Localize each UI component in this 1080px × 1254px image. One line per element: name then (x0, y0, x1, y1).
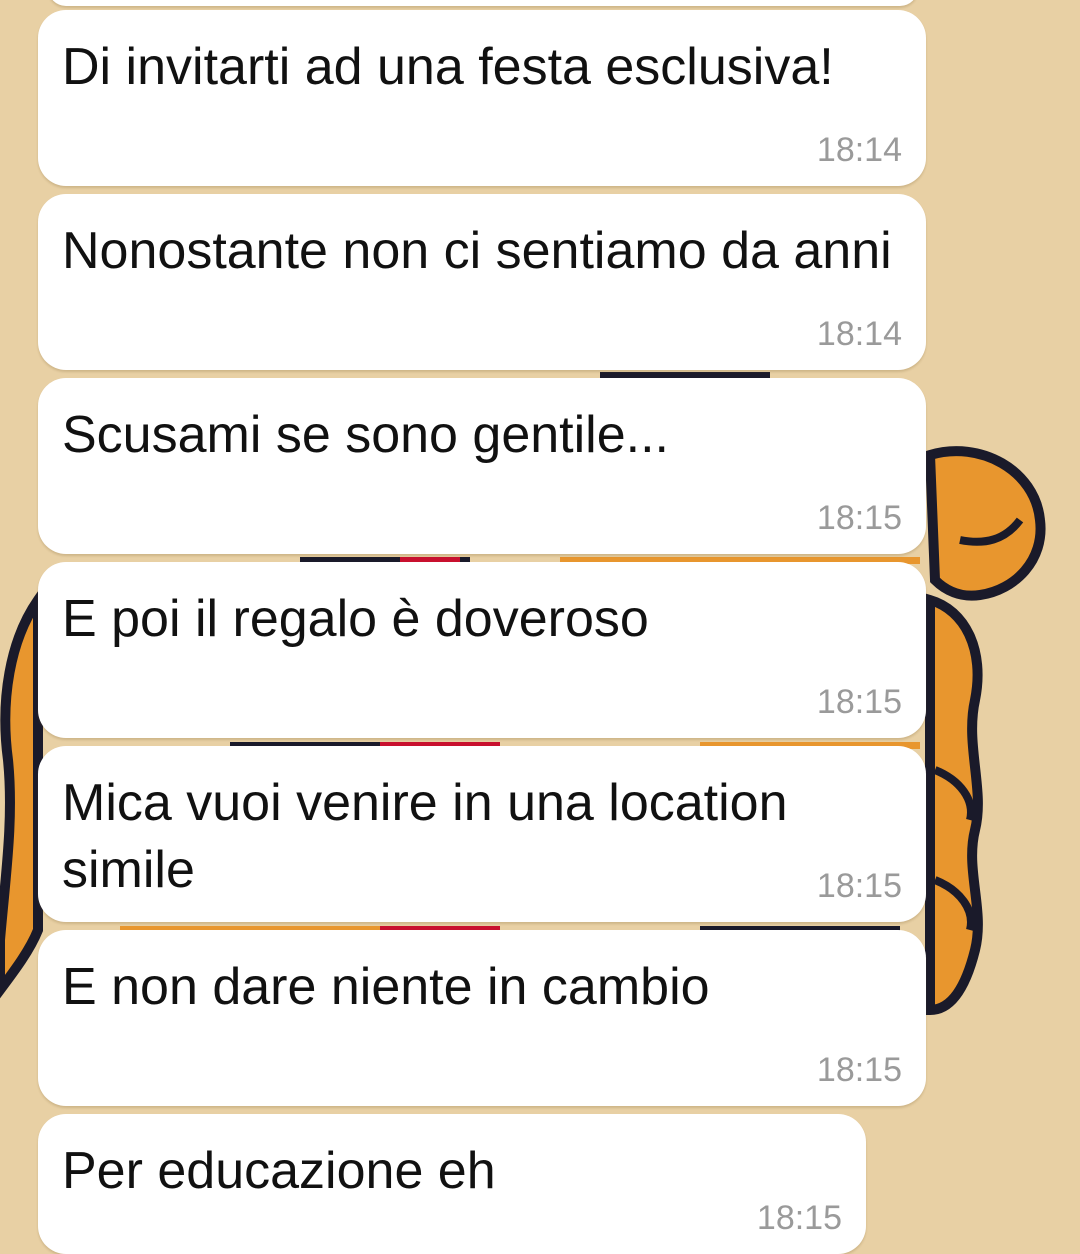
message-text: Nonostante non ci sentiamo da anni (62, 222, 892, 280)
previous-message-bubble (48, 0, 918, 6)
message-timestamp: 18:15 (816, 867, 902, 905)
message-bubble[interactable]: Mica vuoi venire in una location simile … (38, 746, 926, 922)
message-bubble[interactable]: Per educazione eh 18:15 (38, 1114, 866, 1254)
message-list: Di invitarti ad una festa esclusiva! 18:… (0, 0, 1080, 1254)
message-timestamp: 18:15 (816, 499, 902, 537)
message-text: E poi il regalo è doveroso (62, 590, 649, 648)
message-text: Di invitarti ad una festa esclusiva! (62, 38, 834, 96)
message-timestamp: 18:15 (816, 1051, 902, 1089)
message-timestamp: 18:14 (816, 131, 902, 169)
message-text: Mica vuoi venire in una location simile (62, 774, 788, 899)
message-bubble[interactable]: E poi il regalo è doveroso 18:15 (38, 562, 926, 738)
message-timestamp: 18:14 (816, 315, 902, 353)
message-text: Scusami se sono gentile... (62, 406, 669, 464)
message-bubble[interactable]: Di invitarti ad una festa esclusiva! 18:… (38, 10, 926, 186)
message-timestamp: 18:15 (816, 683, 902, 721)
message-bubble[interactable]: Scusami se sono gentile... 18:15 (38, 378, 926, 554)
message-text: E non dare niente in cambio (62, 958, 710, 1016)
message-bubble[interactable]: E non dare niente in cambio 18:15 (38, 930, 926, 1106)
message-timestamp: 18:15 (756, 1199, 842, 1237)
message-bubble[interactable]: Nonostante non ci sentiamo da anni 18:14 (38, 194, 926, 370)
message-text: Per educazione eh (62, 1142, 496, 1200)
